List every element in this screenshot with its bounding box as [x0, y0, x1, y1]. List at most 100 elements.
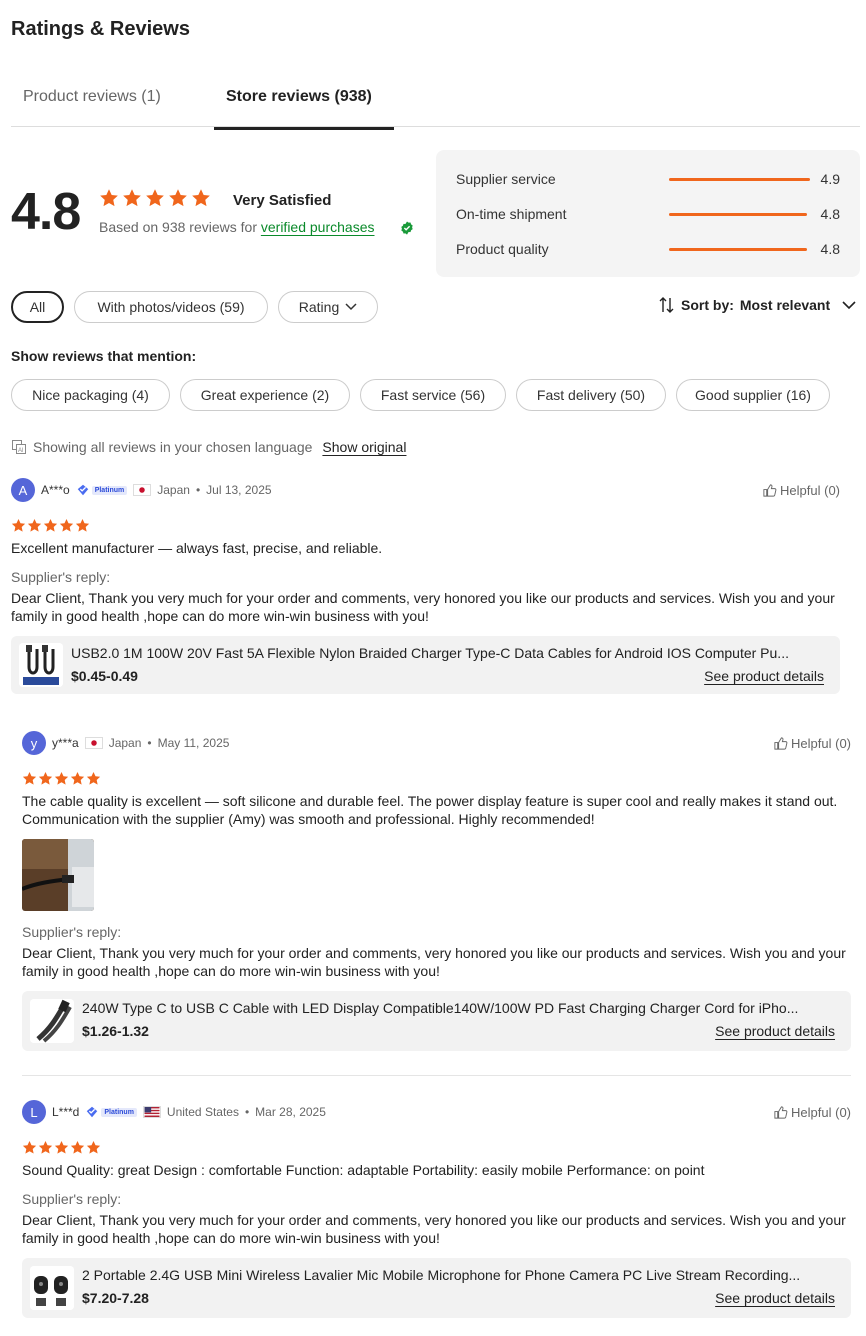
- filter-all-chip[interactable]: All: [11, 291, 64, 323]
- helpful-button[interactable]: Helpful (0): [762, 483, 840, 498]
- sort-icon: [659, 297, 674, 313]
- product-quality-label: Product quality: [456, 241, 549, 257]
- review-photo[interactable]: [22, 839, 94, 911]
- based-on-text: Based on 938 reviews for verified purcha…: [99, 219, 375, 235]
- tab-product-reviews[interactable]: Product reviews (1): [23, 88, 161, 106]
- star-icon: [38, 1140, 53, 1155]
- supplier-service-label: Supplier service: [456, 171, 556, 187]
- star-icon: [86, 771, 101, 786]
- on-time-shipment-value: 4.8: [820, 206, 840, 222]
- star-icon: [75, 518, 90, 533]
- product-thumbnail: [19, 643, 63, 687]
- product-name[interactable]: 2 Portable 2.4G USB Mini Wireless Lavali…: [82, 1267, 842, 1283]
- helpful-label: Helpful (0): [791, 1105, 851, 1120]
- review-country: Japan: [157, 483, 190, 497]
- product-card[interactable]: 2 Portable 2.4G USB Mini Wireless Lavali…: [22, 1258, 851, 1318]
- meta-separator: •: [147, 736, 152, 750]
- review-photo-image: [22, 839, 94, 911]
- mention-chip-fast-delivery[interactable]: Fast delivery (50): [516, 379, 666, 411]
- see-product-details-link[interactable]: See product details: [715, 1290, 835, 1306]
- chevron-down-icon: [842, 300, 856, 309]
- review-date: May 11, 2025: [157, 736, 230, 750]
- us-flag-icon: [142, 1106, 161, 1118]
- sort-by-value: Most relevant: [739, 297, 831, 313]
- overall-stars: [99, 188, 211, 208]
- show-original-link[interactable]: Show original: [322, 439, 406, 455]
- product-thumbnail: [30, 1266, 74, 1310]
- review-header: A A***o Platinum Japan • Jul 13, 2025: [11, 478, 272, 502]
- product-thumbnail: [30, 999, 74, 1043]
- japan-flag-icon: [133, 484, 152, 496]
- rating-dropdown-label: Rating: [298, 299, 340, 315]
- review-text: Excellent manufacturer — always fast, pr…: [11, 540, 383, 556]
- translate-icon: Al: [12, 440, 26, 454]
- supplier-reply-text: Dear Client, Thank you very much for you…: [22, 945, 846, 979]
- supplier-service-value: 4.9: [820, 171, 840, 187]
- svg-text:Al: Al: [18, 448, 23, 454]
- filter-rating-dropdown[interactable]: Rating: [278, 291, 378, 323]
- product-card[interactable]: USB2.0 1M 100W 20V Fast 5A Flexible Nylo…: [11, 636, 840, 694]
- star-icon: [22, 771, 37, 786]
- cable-image-icon: [19, 643, 63, 687]
- see-product-details-link[interactable]: See product details: [704, 668, 824, 684]
- based-prefix: Based on 938 reviews for: [99, 219, 261, 235]
- product-name[interactable]: 240W Type C to USB C Cable with LED Disp…: [82, 1000, 842, 1016]
- avatar: A: [11, 478, 35, 502]
- reviewer-name: L***d: [52, 1105, 80, 1119]
- reviewer-name: y***a: [52, 736, 79, 750]
- product-name[interactable]: USB2.0 1M 100W 20V Fast 5A Flexible Nylo…: [71, 645, 831, 661]
- star-icon: [70, 1140, 85, 1155]
- tab-store-reviews[interactable]: Store reviews (938): [226, 88, 372, 106]
- helpful-button[interactable]: Helpful (0): [773, 736, 851, 751]
- on-time-shipment-row: On-time shipment 4.8: [456, 204, 840, 224]
- product-price: $7.20-7.28: [82, 1290, 149, 1306]
- review-header: L L***d Platinum United States • Mar 28,…: [22, 1100, 326, 1124]
- rating-verdict: Very Satisfied: [233, 192, 332, 209]
- filter-photos-chip[interactable]: With photos/videos (59): [74, 291, 268, 323]
- supplier-reply-text: Dear Client, Thank you very much for you…: [11, 590, 835, 624]
- see-product-details-link[interactable]: See product details: [715, 1023, 835, 1039]
- star-icon: [11, 518, 26, 533]
- microphone-image-icon: [30, 1266, 74, 1310]
- mention-chip-great-experience[interactable]: Great experience (2): [180, 379, 350, 411]
- review-divider: [22, 1075, 851, 1076]
- tabs-divider: [11, 126, 860, 127]
- mention-chip-good-supplier[interactable]: Good supplier (16): [676, 379, 830, 411]
- overall-score: 4.8: [11, 183, 81, 241]
- star-icon: [22, 1140, 37, 1155]
- star-icon: [43, 518, 58, 533]
- star-icon: [86, 1140, 101, 1155]
- platinum-badge: Platinum: [85, 1105, 137, 1119]
- review-date: Jul 13, 2025: [206, 483, 272, 497]
- japan-flag-icon: [84, 737, 103, 749]
- verified-check-icon: [401, 221, 413, 235]
- star-icon: [59, 518, 74, 533]
- supplier-reply-header: Supplier's reply:: [11, 569, 111, 585]
- mention-chip-nice-packaging[interactable]: Nice packaging (4): [11, 379, 170, 411]
- supplier-ratings-panel: Supplier service 4.9 On-time shipment 4.…: [436, 150, 860, 277]
- diamond-icon: [85, 1105, 99, 1119]
- star-icon: [99, 188, 119, 208]
- thumbs-up-icon: [773, 736, 788, 751]
- sort-by-dropdown[interactable]: Sort by: Most relevant: [658, 297, 856, 313]
- mention-chip-fast-service[interactable]: Fast service (56): [360, 379, 506, 411]
- star-icon: [38, 771, 53, 786]
- meta-separator: •: [244, 1105, 250, 1119]
- on-time-shipment-bar: [669, 213, 807, 216]
- helpful-label: Helpful (0): [791, 736, 851, 751]
- reviewer-name: A***o: [41, 483, 70, 497]
- helpful-label: Helpful (0): [780, 483, 840, 498]
- diamond-icon: [76, 483, 90, 497]
- review-text: The cable quality is excellent — soft si…: [22, 793, 838, 827]
- product-price: $0.45-0.49: [71, 668, 138, 684]
- review-stars: [22, 771, 101, 786]
- verified-purchases-link[interactable]: verified purchases: [261, 219, 375, 235]
- language-notice-text: Showing all reviews in your chosen langu…: [33, 439, 313, 455]
- platinum-badge: Platinum: [76, 483, 128, 497]
- page-title: Ratings & Reviews: [11, 18, 190, 40]
- product-card[interactable]: 240W Type C to USB C Cable with LED Disp…: [22, 991, 851, 1051]
- platinum-label: Platinum: [91, 485, 128, 495]
- avatar: L: [22, 1100, 46, 1124]
- helpful-button[interactable]: Helpful (0): [773, 1105, 851, 1120]
- star-icon: [145, 188, 165, 208]
